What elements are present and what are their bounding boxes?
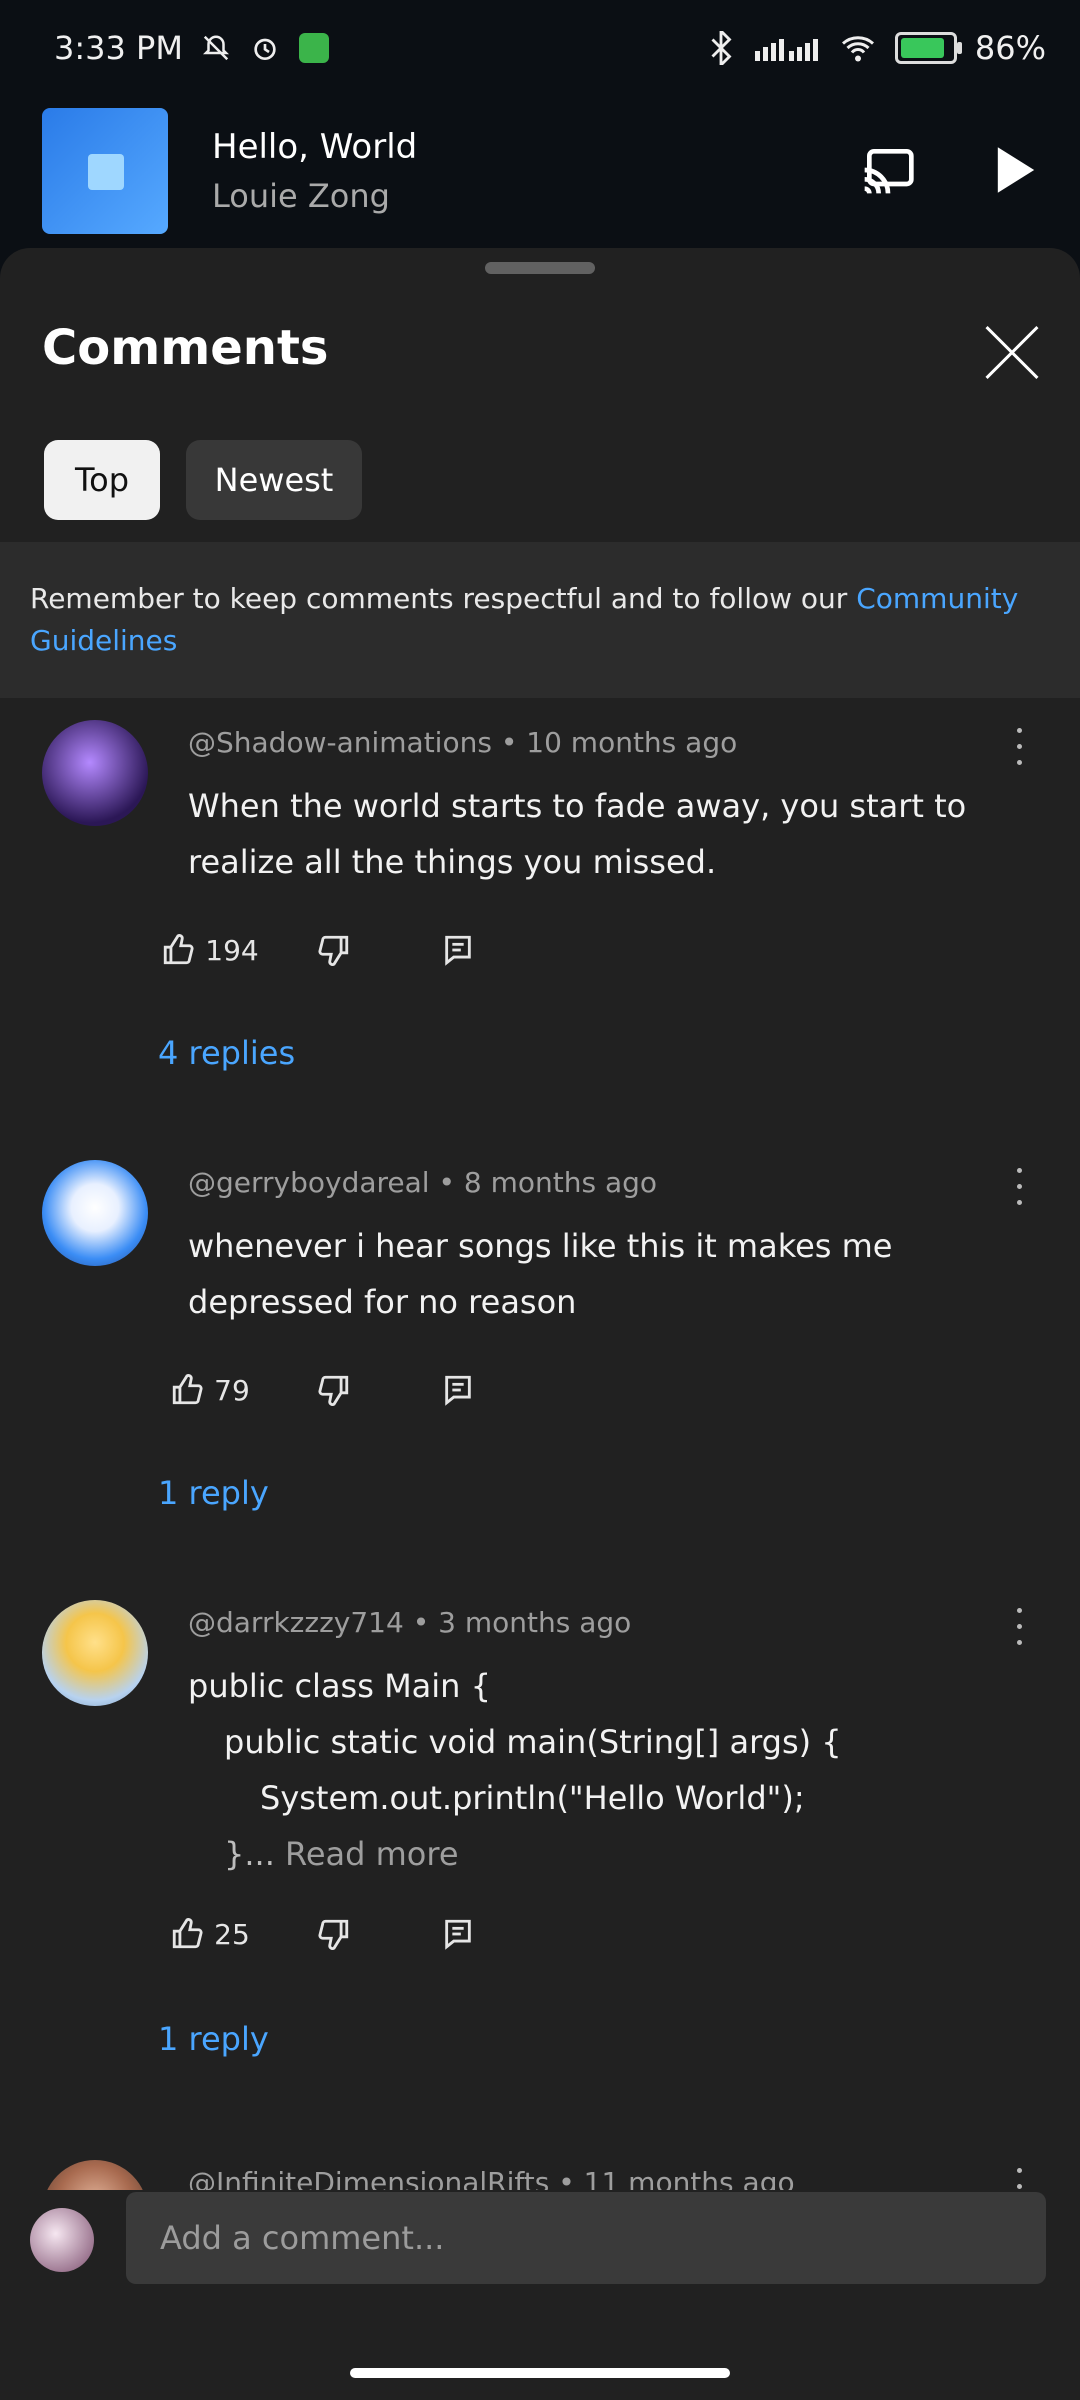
now-playing-title: Hello, World — [212, 127, 418, 167]
status-left: 3:33 PM — [54, 29, 329, 67]
now-playing-artist: Louie Zong — [212, 177, 390, 215]
view-replies-link[interactable]: 1 reply — [158, 1474, 269, 1512]
status-right: 86% — [709, 29, 1046, 67]
reply-icon — [441, 933, 475, 967]
comment-author[interactable]: @gerryboydareal — [188, 1166, 430, 1199]
comment-meta: @darrkzzzy714 • 3 months ago — [188, 1606, 632, 1639]
like-count: 79 — [214, 1373, 250, 1407]
guidelines-text: Remember to keep comments respectful and… — [30, 582, 857, 615]
reply-button[interactable] — [396, 1328, 520, 1452]
add-comment-input[interactable]: Add a comment... — [126, 2192, 1046, 2284]
close-button[interactable] — [978, 318, 1046, 386]
sheet-title: Comments — [42, 320, 329, 376]
reply-icon — [441, 1373, 475, 1407]
comment-line: public class Main { — [188, 1667, 491, 1705]
filter-newest[interactable]: Newest — [186, 440, 362, 520]
comment-line: }... — [224, 1835, 275, 1873]
battery-percent: 86% — [974, 29, 1046, 67]
comment-age: 3 months ago — [438, 1606, 632, 1639]
sheet-drag-handle[interactable] — [485, 262, 595, 274]
dislike-button[interactable] — [272, 888, 396, 1012]
comment-meta: @Shadow-animations • 10 months ago — [188, 726, 738, 759]
avatar[interactable] — [42, 720, 148, 826]
comment-actions: 25 — [148, 1872, 520, 1996]
avatar[interactable] — [42, 1160, 148, 1266]
like-count: 25 — [214, 1917, 250, 1951]
home-indicator — [350, 2368, 730, 2378]
play-icon — [993, 145, 1039, 195]
filter-top[interactable]: Top — [44, 440, 160, 520]
like-icon — [161, 933, 195, 967]
comments-sheet: Comments Top Newest Remember to keep com… — [0, 248, 1080, 2400]
more-options-button[interactable] — [1014, 1608, 1024, 1648]
wifi-icon — [839, 33, 877, 63]
play-button[interactable] — [952, 106, 1080, 234]
more-options-button[interactable] — [1014, 1168, 1024, 1208]
alarm-icon — [249, 32, 281, 64]
community-guidelines-notice: Remember to keep comments respectful and… — [0, 542, 1080, 698]
now-playing-info[interactable]: Hello, World Louie Zong — [212, 127, 417, 215]
thumbnail-art — [88, 154, 124, 190]
view-replies-link[interactable]: 4 replies — [158, 1034, 295, 1072]
comment-item: @gerryboydareal • 8 months ago whenever … — [0, 1160, 1080, 1600]
avatar[interactable] — [42, 1600, 148, 1706]
reply-button[interactable] — [396, 1872, 520, 1996]
cast-button[interactable] — [824, 106, 952, 234]
bluetooth-icon — [709, 31, 733, 65]
like-icon — [170, 1917, 204, 1951]
dislike-icon — [317, 933, 351, 967]
mini-player-controls — [824, 106, 1080, 236]
reply-icon — [441, 1917, 475, 1951]
comment-line: public static void main(String[] args) { — [224, 1723, 842, 1761]
comment-line: whenever i hear songs like this it makes… — [188, 1227, 893, 1265]
like-button[interactable]: 79 — [148, 1328, 272, 1452]
comment-composer: Add a comment... — [0, 2190, 1080, 2400]
more-options-button[interactable] — [1014, 728, 1024, 768]
dislike-button[interactable] — [272, 1328, 396, 1452]
notifications-off-icon — [201, 33, 231, 63]
comment-line: depressed for no reason — [188, 1283, 577, 1321]
battery-icon — [894, 32, 962, 64]
comment-author[interactable]: @Shadow-animations — [188, 726, 492, 759]
comment-meta: @gerryboydareal • 8 months ago — [188, 1166, 658, 1199]
comment-line: When the world starts to fade away, you … — [188, 787, 967, 825]
dislike-icon — [317, 1917, 351, 1951]
comment-item: @Shadow-animations • 10 months ago When … — [0, 720, 1080, 1160]
comment-item: @darrkzzzy714 • 3 months ago public clas… — [0, 1600, 1080, 2120]
signal-icon — [751, 33, 821, 63]
add-comment-placeholder: Add a comment... — [160, 2219, 445, 2257]
comment-actions: 194 — [148, 888, 520, 1012]
dislike-icon — [317, 1373, 351, 1407]
battery-fill — [900, 38, 944, 58]
comment-author[interactable]: @darrkzzzy714 — [188, 1606, 404, 1639]
dislike-button[interactable] — [272, 1872, 396, 1996]
read-more-link[interactable]: Read more — [285, 1835, 458, 1873]
comment-text[interactable]: whenever i hear songs like this it makes… — [188, 1218, 968, 1330]
status-time: 3:33 PM — [54, 29, 183, 67]
like-button[interactable]: 194 — [148, 888, 272, 1012]
like-icon — [170, 1373, 204, 1407]
like-count: 194 — [205, 933, 259, 967]
comment-age: 8 months ago — [463, 1166, 658, 1199]
status-bar: 3:33 PM 86% — [0, 0, 1080, 96]
comment-text[interactable]: When the world starts to fade away, you … — [188, 778, 968, 890]
app-badge-icon — [298, 33, 329, 63]
comment-actions: 79 — [148, 1328, 520, 1452]
comment-age: 10 months ago — [526, 726, 738, 759]
like-button[interactable]: 25 — [148, 1872, 272, 1996]
now-playing-thumbnail[interactable] — [42, 108, 168, 234]
comment-text[interactable]: public class Main { public static void m… — [188, 1658, 968, 1882]
comment-line: realize all the things you missed. — [188, 843, 717, 881]
current-user-avatar — [30, 2208, 94, 2272]
view-replies-link[interactable]: 1 reply — [158, 2020, 269, 2058]
comment-line: System.out.println("Hello World"); — [260, 1779, 805, 1817]
cast-icon — [860, 146, 916, 194]
reply-button[interactable] — [396, 888, 520, 1012]
mini-player[interactable]: Hello, World Louie Zong — [0, 96, 1080, 246]
